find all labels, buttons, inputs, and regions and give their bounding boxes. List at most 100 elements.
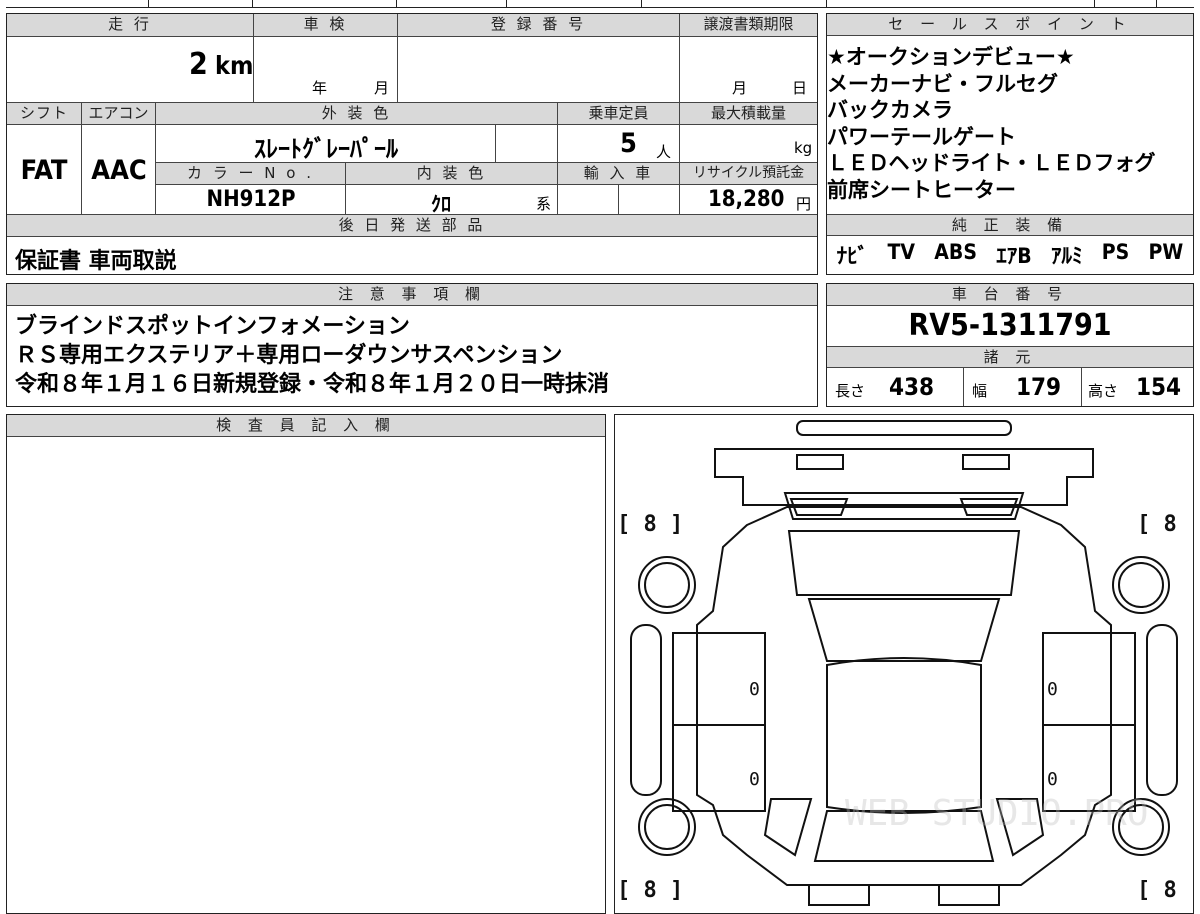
sales-points-label: セ ー ル ス ポ イ ン ト — [827, 14, 1193, 36]
shift-value: FAT — [20, 155, 68, 186]
watermark: WEB STUDIO.PRO — [845, 793, 1148, 834]
chassis-label: 車 台 番 号 — [827, 284, 1193, 306]
sales-point-line: ★オークションデビュー★ — [827, 45, 1075, 69]
capacity-label: 乗車定員 — [557, 102, 679, 124]
equipment-item-abs: ABS — [934, 240, 977, 264]
headlight-left — [796, 454, 844, 470]
color-no-label: カ ラ ー N o . — [155, 162, 345, 184]
exterior-color-value: ｽﾚｰﾄｸﾞﾚｰﾊﾟｰﾙ — [254, 135, 398, 163]
headlight-right — [962, 454, 1010, 470]
door-mark-front-right: 0 — [1047, 679, 1058, 700]
aircon-value: AAC — [91, 155, 147, 186]
equipment-item-airbag: ｴｱB — [996, 244, 1032, 268]
chassis-value: RV5-1311791 — [908, 308, 1112, 343]
equipment-item-pw: PW — [1148, 240, 1184, 264]
spec-height-label: 高さ — [1088, 382, 1119, 400]
side-sill-right — [1146, 624, 1178, 796]
mileage-label: 走 行 — [7, 14, 253, 36]
color-no-cell: NH912P — [155, 184, 345, 214]
interior-color-cell: ｸﾛ 系 — [345, 184, 557, 216]
spec-height-value: 154 — [1136, 373, 1182, 401]
tire-label-front-left: [ 8 ] — [617, 512, 683, 537]
notes-label: 注 意 事 項 欄 — [7, 284, 817, 306]
equipment-item-ps: PS — [1101, 240, 1130, 264]
hood-outline — [714, 448, 1094, 506]
side-sill-left — [630, 624, 662, 796]
later-parts-label: 後 日 発 送 部 品 — [7, 214, 817, 236]
tire-label-front-right: [ 8 ] — [1137, 512, 1193, 537]
inspection-year-unit: 年 — [312, 79, 328, 97]
deadline-month-unit: 月 — [732, 79, 748, 97]
door-mark-rear-right: 0 — [1047, 769, 1058, 790]
inspection-cell: 年 月 — [253, 36, 397, 102]
equipment-item-alloy: ｱﾙﾐ — [1050, 244, 1083, 268]
windshield — [807, 598, 1001, 662]
chassis-specs-box: 車 台 番 号 RV5-1311791 諸 元 長さ 438 幅 179 高さ … — [826, 283, 1194, 407]
capacity-cell: 5 人 — [557, 124, 679, 162]
spec-width-value: 179 — [1016, 373, 1062, 401]
wheel-rear-left — [638, 798, 696, 856]
sales-point-line: バックカメラ — [827, 98, 953, 122]
notes-box: 注 意 事 項 欄 ブラインドスポットインフォメーション ＲＳ専用エクステリア＋… — [6, 283, 818, 407]
sales-point-line: パワーテールゲート — [827, 124, 1016, 149]
front-bumper-bar — [796, 420, 1012, 436]
sales-points-list: ★オークションデビュー★ メーカーナビ・フルセグ バックカメラ パワーテールゲー… — [827, 44, 1193, 203]
registration-label: 登 録 番 号 — [397, 14, 679, 36]
roof — [826, 657, 982, 814]
spec-length-value: 438 — [889, 373, 935, 401]
vehicle-info-table: 走 行 車 検 登 録 番 号 譲渡書類期限 2 km 年 月 月 日 シフト … — [6, 13, 818, 275]
spec-width: 幅 179 — [963, 368, 1081, 406]
aircon-cell: AAC — [81, 124, 155, 214]
max-load-label: 最大積載量 — [679, 102, 817, 124]
sales-point-line: ＬＥＤヘッドライト・ＬＥＤフォグ — [827, 151, 1156, 175]
shift-label: シフト — [7, 102, 81, 124]
exterior-color-extra-cell — [495, 124, 557, 162]
door-rear-left — [672, 724, 766, 812]
sales-point-line: 前席シートヒーター — [827, 177, 1016, 202]
inspection-month-unit: 月 — [374, 79, 390, 97]
spec-length: 長さ 438 — [827, 368, 963, 406]
sales-points-box: セ ー ル ス ポ イ ン ト ★オークションデビュー★ メーカーナビ・フルセグ… — [826, 13, 1194, 275]
inspector-box: 検 査 員 記 入 欄 — [6, 414, 606, 914]
color-no-value: NH912P — [206, 187, 296, 212]
inspection-label: 車 検 — [253, 14, 397, 36]
wheel-front-left — [638, 556, 696, 614]
interior-color-suffix: 系 — [536, 195, 552, 213]
rear-quarter-left — [763, 798, 813, 857]
wheel-front-right — [1112, 556, 1170, 614]
tire-label-rear-right: [ 8 ] — [1137, 878, 1193, 903]
registration-cell — [397, 36, 679, 102]
note-line: ＲＳ専用エクステリア＋専用ローダウンサスペンション — [15, 343, 563, 368]
capacity-unit: 人 — [656, 143, 672, 161]
car-diagram-box: [ 8 ] [ 8 ] [ 8 ] [ 8 ] 0 0 0 0 WEB STUD… — [614, 414, 1194, 914]
bonnet — [787, 530, 1021, 596]
equipment-label: 純 正 装 備 — [827, 214, 1193, 236]
rear-bumper-left — [808, 884, 870, 906]
max-load-cell: kg — [679, 124, 817, 162]
recycle-label: リサイクル預託金 — [679, 162, 817, 184]
spec-height: 高さ 154 — [1081, 368, 1193, 406]
exterior-color-cell: ｽﾚｰﾄｸﾞﾚｰﾊﾟｰﾙ — [155, 124, 495, 163]
sales-point-line: メーカーナビ・フルセグ — [827, 71, 1058, 96]
transfer-deadline-cell: 月 日 — [679, 36, 817, 102]
recycle-value: 18,280 — [708, 187, 785, 212]
spec-width-label: 幅 — [972, 382, 988, 400]
car-diagram: [ 8 ] [ 8 ] [ 8 ] [ 8 ] 0 0 0 0 WEB STUD… — [617, 420, 1193, 906]
mileage-cell: 2 km — [7, 36, 253, 102]
top-edge-strip — [6, 0, 1194, 8]
equipment-item-tv: TV — [887, 240, 915, 264]
equipment-list: ﾅﾋﾞ TV ABS ｴｱB ｱﾙﾐ PS PW — [827, 240, 1193, 270]
mileage-value: 2 — [189, 47, 208, 82]
interior-color-label: 内 装 色 — [345, 162, 557, 184]
shift-cell: FAT — [7, 124, 81, 214]
capacity-value: 5 — [620, 128, 637, 159]
recycle-cell: 18,280 円 — [679, 184, 817, 214]
transfer-deadline-label: 譲渡書類期限 — [679, 14, 817, 36]
door-mark-front-left: 0 — [749, 679, 760, 700]
mileage-unit: km — [215, 51, 254, 80]
aircon-label: エアコン — [81, 102, 155, 124]
interior-color-value: ｸﾛ — [431, 192, 451, 216]
later-parts-cell: 保証書 車両取説 — [7, 236, 817, 274]
import-cell-a — [557, 184, 618, 214]
tire-label-rear-left: [ 8 ] — [617, 878, 683, 903]
